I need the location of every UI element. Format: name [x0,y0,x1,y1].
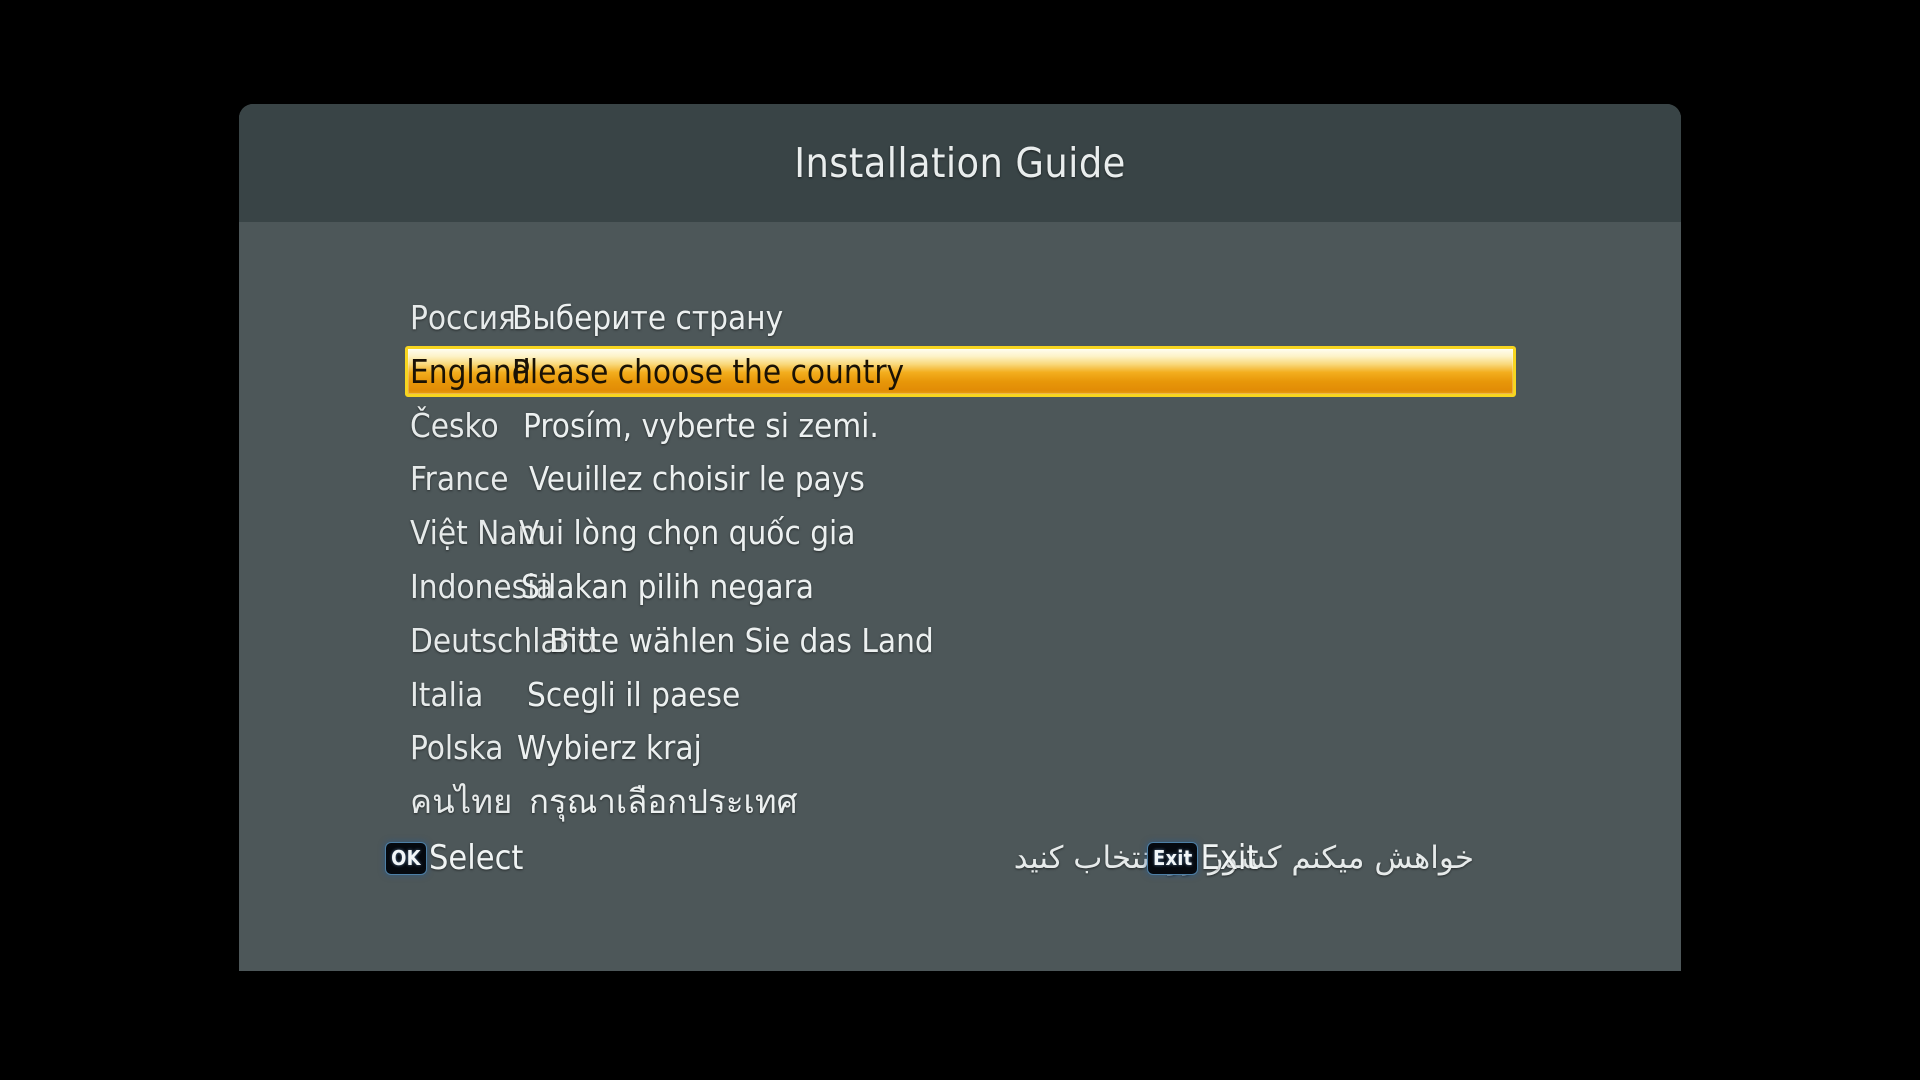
language-native-name: Polska [410,728,504,768]
language-native-name: France [410,459,509,499]
language-row-česko[interactable]: Česko Prosím, vyberte si zemi. [239,400,1681,452]
language-prompt-text: Vui lòng chọn quốc gia [519,513,856,553]
language-row-england[interactable]: England Please choose the country [239,345,1681,398]
key-hint-label: Exit [1200,838,1259,878]
dialog-header: Installation Guide [239,104,1681,222]
language-row-คนไทย[interactable]: คนไทย กรุณาเลือกประเทศ [239,776,1681,828]
language-row-deutschland[interactable]: Deutschland Bitte wählen Sie das Land [239,615,1681,667]
language-prompt-text: กรุณาเลือกประเทศ [529,782,798,822]
key-hint-label: Select [429,838,524,878]
language-native-name: Česko [410,405,499,445]
language-prompt-text: Bitte wählen Sie das Land [549,620,934,660]
dialog-body: Россия Выберите страну England Please choos… [239,222,1681,971]
language-row-việt-nam[interactable]: Việt Nam Vui lòng chọn quốc gia [239,507,1681,559]
language-row-indonesia[interactable]: Indonesia Silakan pilih negara [239,561,1681,613]
ok-key-icon: OK [385,841,427,875]
language-prompt-text: Prosím, vyberte si zemi. [523,405,879,445]
language-row-polska[interactable]: Polska Wybierz kraj [239,722,1681,774]
language-row-france[interactable]: France Veuillez choisir le pays [239,453,1681,505]
language-prompt-text: Выберите страну [512,298,784,337]
language-native-name: Россия [410,298,516,337]
language-native-name: Italia [410,674,484,714]
language-prompt-text: Please choose the country [512,351,905,391]
language-row-italia[interactable]: Italia Scegli il paese [239,669,1681,721]
language-prompt-text: Veuillez choisir le pays [529,459,865,499]
language-prompt-text: Silakan pilih negara [521,567,814,606]
key-hint-ok[interactable]: OK Select [385,838,523,878]
exit-key-icon: Exit [1147,841,1199,875]
language-prompt-text: Scegli il paese [527,674,741,714]
key-hint-exit[interactable]: Exit Exit [1147,838,1258,878]
language-native-name: คนไทย [410,782,513,822]
language-prompt-text: Wybierz kraj [517,728,702,768]
language-row-россия[interactable]: Россия Выберите страну [239,292,1681,344]
page-title: Installation Guide [794,139,1126,187]
installation-guide-dialog: Installation Guide Россия Выберите страну… [239,104,1681,971]
tv-screen: Installation Guide Россия Выберите страну… [0,0,1920,1080]
